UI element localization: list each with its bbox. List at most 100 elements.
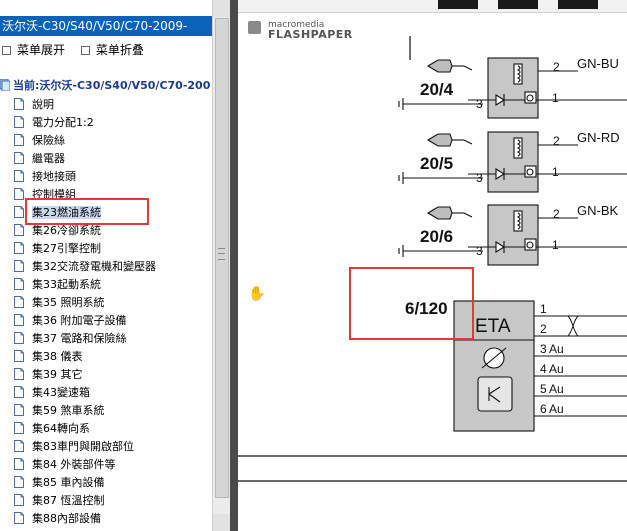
tree-item-label: 集39 其它 <box>32 368 83 381</box>
scroll-down-button[interactable] <box>213 514 230 531</box>
left-pane: 沃尔沃-C30/S40/V50/C70-2009- 菜单展开 菜单折叠 当前:沃… <box>0 0 230 531</box>
module-pin-number: 4 <box>540 362 547 376</box>
hand-cursor-icon: ✋ <box>248 286 266 302</box>
document-icon <box>14 494 24 506</box>
tree-list: 說明 電力分配1:2 保險絲 繼電器 接地接頭 控制模組 集23燃油系統 集26冷卻系統 集27… <box>14 96 156 528</box>
wire-color-label: GN-BU <box>577 56 619 71</box>
root-folder-icon <box>0 79 10 91</box>
module-pin-number: 3 <box>540 342 547 356</box>
tree-item-label: 集88內部設備 <box>32 512 101 525</box>
tree-item-label: 集35 照明系統 <box>32 296 105 309</box>
tree-item[interactable]: 繼電器 <box>14 150 156 168</box>
document-icon <box>14 242 24 254</box>
tree-item[interactable]: 集85 車內設備 <box>14 474 156 492</box>
document-icon <box>14 152 24 164</box>
tree-item-label: 集87 恆溫控制 <box>32 494 105 507</box>
module-pin-label: Au <box>549 402 564 416</box>
tree-item-label: 集27引擎控制 <box>32 242 101 255</box>
tree-item-label: 集32交流發電機和變壓器 <box>32 260 156 273</box>
pin-number: 2 <box>553 134 560 148</box>
tree-item-label: 集64轉向系 <box>32 422 90 435</box>
tree-item-label: 繼電器 <box>32 152 65 165</box>
document-icon <box>14 170 24 182</box>
module-pin-label: Au <box>549 362 564 376</box>
document-icon <box>14 188 24 200</box>
scroll-grip-icon <box>218 248 225 260</box>
tree-item[interactable]: 集64轉向系 <box>14 420 156 438</box>
document-icon <box>14 512 24 524</box>
tree-item[interactable]: 集33起動系統 <box>14 276 156 294</box>
relay-code: 20/6 <box>420 227 454 246</box>
pin-number: 3 <box>476 97 483 111</box>
tree-item-label: 集85 車內設備 <box>32 476 105 489</box>
document-icon <box>14 350 24 362</box>
scroll-up-button[interactable] <box>213 0 230 17</box>
wire-color-label: GN-BK <box>577 203 619 218</box>
menu-collapse-label: 菜单折叠 <box>95 43 144 57</box>
tree-item-label: 集37 電路和保險絲 <box>32 332 127 345</box>
pane-divider[interactable] <box>230 0 238 531</box>
tree-item[interactable]: 集83車門與開啟部位 <box>14 438 156 456</box>
tree-item-label: 集38 儀表 <box>32 350 83 363</box>
relay-code: 20/5 <box>420 154 454 173</box>
document-icon <box>14 206 24 218</box>
left-scrollbar[interactable] <box>212 0 230 531</box>
tree-item-label: 集26冷卻系統 <box>32 224 101 237</box>
pin-number: 3 <box>476 244 483 258</box>
tree-item[interactable]: 電力分配1:2 <box>14 114 156 132</box>
document-icon <box>14 440 24 452</box>
tree-item-label: 電力分配1:2 <box>32 116 94 129</box>
module-pin-number: 1 <box>540 302 547 316</box>
pin-number: 2 <box>553 207 560 221</box>
module-name: ETA <box>475 316 511 337</box>
tree-root[interactable]: 当前:沃尔沃-C30/S40/V50/C70-200 <box>0 78 210 94</box>
module-pin-label: Au <box>549 342 564 356</box>
document-icon <box>14 386 24 398</box>
document-icon <box>14 422 24 434</box>
tree-item[interactable]: 集38 儀表 <box>14 348 156 366</box>
document-icon <box>14 260 24 272</box>
tree-item-label: 保險絲 <box>32 134 65 147</box>
tree-item[interactable]: 集37 電路和保險絲 <box>14 330 156 348</box>
pin-number: 1 <box>552 91 559 105</box>
tree-item-label: 接地接頭 <box>32 170 76 183</box>
tree-item[interactable]: 集43變速箱 <box>14 384 156 402</box>
pin-number: 2 <box>553 60 560 74</box>
tree-item[interactable]: 集87 恆溫控制 <box>14 492 156 510</box>
tree-item[interactable]: 集39 其它 <box>14 366 156 384</box>
tree-item[interactable]: 集88內部設備 <box>14 510 156 528</box>
document-icon <box>14 368 24 380</box>
document-icon <box>14 116 24 128</box>
tree-item[interactable]: 集32交流發電機和變壓器 <box>14 258 156 276</box>
document-icon <box>14 134 24 146</box>
tree-item-label: 集84 外裝部件等 <box>32 458 116 471</box>
tree-item-label: 集43變速箱 <box>32 386 90 399</box>
document-icon <box>14 278 24 290</box>
highlight-box-selected-item <box>25 198 149 225</box>
document-icon <box>14 476 24 488</box>
collapse-icon <box>80 46 90 55</box>
module-pin-number: 5 <box>540 382 547 396</box>
document-icon <box>14 98 24 110</box>
menu-collapse-button[interactable]: 菜单折叠 <box>80 40 144 60</box>
tree-item-label: 說明 <box>32 98 54 111</box>
menu-expand-label: 菜单展开 <box>17 43 66 57</box>
menu-expand-button[interactable]: 菜单展开 <box>2 40 65 60</box>
menu-bar: 菜单展开 菜单折叠 <box>0 40 210 60</box>
tree-item[interactable]: 說明 <box>14 96 156 114</box>
relay-code: 20/4 <box>420 80 454 99</box>
tree-item-label: 集83車門與開啟部位 <box>32 440 134 453</box>
module-pin-number: 6 <box>540 402 547 416</box>
tree-item[interactable]: 接地接頭 <box>14 168 156 186</box>
window-title: 沃尔沃-C30/S40/V50/C70-2009- <box>0 16 212 36</box>
tree-item-label: 集33起動系統 <box>32 278 101 291</box>
document-pane[interactable]: macromedia FLASHPAPER 20/4 GN-BU 2 3 1 20/5 GN… <box>238 0 627 531</box>
tree-item[interactable]: 集84 外裝部件等 <box>14 456 156 474</box>
tree-item[interactable]: 集27引擎控制 <box>14 240 156 258</box>
module-pin-label: Au <box>549 382 564 396</box>
tree-item[interactable]: 集59 煞車系統 <box>14 402 156 420</box>
tree-item[interactable]: 集36 附加電子設備 <box>14 312 156 330</box>
tree-item[interactable]: 保險絲 <box>14 132 156 150</box>
tree-item[interactable]: 集35 照明系統 <box>14 294 156 312</box>
document-icon <box>14 296 24 308</box>
